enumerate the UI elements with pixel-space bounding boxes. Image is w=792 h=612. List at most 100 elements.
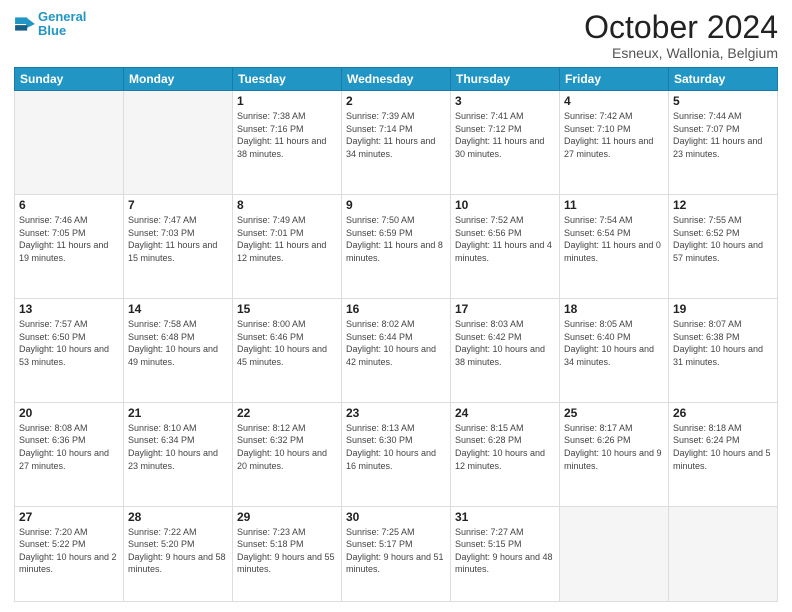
day-number: 7 [128,198,228,212]
day-info: Sunrise: 8:07 AMSunset: 6:38 PMDaylight:… [673,318,773,368]
day-cell: 23Sunrise: 8:13 AMSunset: 6:30 PMDayligh… [342,402,451,506]
week-row-2: 6 Sunrise: 7:46 AMSunset: 7:05 PMDaylight… [15,195,778,299]
title-block: October 2024 Esneux, Wallonia, Belgium [584,10,778,61]
weekday-header-monday: Monday [124,68,233,91]
day-cell: 7 Sunrise: 7:47 AMSunset: 7:03 PMDaylight… [124,195,233,299]
day-cell: 28Sunrise: 7:22 AMSunset: 5:20 PMDayligh… [124,506,233,601]
day-number: 1 [237,94,337,108]
day-cell: 24 Sunrise: 8:15 AMSunset: 6:28 PMDayligh… [451,402,560,506]
weekday-header-wednesday: Wednesday [342,68,451,91]
day-number: 29 [237,510,337,524]
day-number: 22 [237,406,337,420]
day-number: 21 [128,406,228,420]
weekday-header-friday: Friday [560,68,669,91]
day-number: 16 [346,302,446,316]
day-info: Sunrise: 8:10 AMSunset: 6:34 PMDaylight:… [128,422,228,472]
day-info: Sunrise: 8:18 AMSunset: 6:24 PMDaylight:… [673,422,773,472]
day-info: Sunrise: 7:27 AMSunset: 5:15 PMDaylight:… [455,526,555,576]
day-number: 20 [19,406,119,420]
day-number: 8 [237,198,337,212]
day-info: Sunrise: 7:42 AMSunset: 7:10 PMDaylight:… [564,110,664,160]
day-cell [124,91,233,195]
day-number: 6 [19,198,119,212]
day-number: 3 [455,94,555,108]
day-info: Sunrise: 7:58 AMSunset: 6:48 PMDaylight:… [128,318,228,368]
day-cell: 30 Sunrise: 7:25 AMSunset: 5:17 PMDayligh… [342,506,451,601]
weekday-header-thursday: Thursday [451,68,560,91]
day-info: Sunrise: 7:44 AMSunset: 7:07 PMDaylight:… [673,110,773,160]
day-cell: 25 Sunrise: 8:17 AMSunset: 6:26 PMDayligh… [560,402,669,506]
day-number: 12 [673,198,773,212]
day-info: Sunrise: 7:55 AMSunset: 6:52 PMDaylight:… [673,214,773,264]
day-info: Sunrise: 7:20 AMSunset: 5:22 PMDaylight:… [19,526,119,576]
day-number: 15 [237,302,337,316]
day-number: 9 [346,198,446,212]
day-info: Sunrise: 8:17 AMSunset: 6:26 PMDaylight:… [564,422,664,472]
day-number: 18 [564,302,664,316]
day-cell: 26 Sunrise: 8:18 AMSunset: 6:24 PMDayligh… [669,402,778,506]
week-row-4: 20 Sunrise: 8:08 AMSunset: 6:36 PMDayligh… [15,402,778,506]
day-cell [15,91,124,195]
day-number: 30 [346,510,446,524]
day-cell: 5Sunrise: 7:44 AMSunset: 7:07 PMDaylight… [669,91,778,195]
day-cell: 2Sunrise: 7:39 AMSunset: 7:14 PMDaylight… [342,91,451,195]
location: Esneux, Wallonia, Belgium [584,45,778,61]
day-cell: 16 Sunrise: 8:02 AMSunset: 6:44 PMDayligh… [342,298,451,402]
day-info: Sunrise: 8:02 AMSunset: 6:44 PMDaylight:… [346,318,446,368]
day-cell: 9 Sunrise: 7:50 AMSunset: 6:59 PMDaylight… [342,195,451,299]
day-cell: 19Sunrise: 8:07 AMSunset: 6:38 PMDayligh… [669,298,778,402]
day-number: 24 [455,406,555,420]
day-info: Sunrise: 7:54 AMSunset: 6:54 PMDaylight:… [564,214,664,264]
day-info: Sunrise: 8:08 AMSunset: 6:36 PMDaylight:… [19,422,119,472]
day-info: Sunrise: 7:41 AMSunset: 7:12 PMDaylight:… [455,110,555,160]
weekday-header-sunday: Sunday [15,68,124,91]
day-info: Sunrise: 7:57 AMSunset: 6:50 PMDaylight:… [19,318,119,368]
weekday-header-row: SundayMondayTuesdayWednesdayThursdayFrid… [15,68,778,91]
week-row-5: 27Sunrise: 7:20 AMSunset: 5:22 PMDayligh… [15,506,778,601]
day-cell: 4Sunrise: 7:42 AMSunset: 7:10 PMDaylight… [560,91,669,195]
logo: General Blue [14,10,86,39]
day-number: 13 [19,302,119,316]
day-info: Sunrise: 8:00 AMSunset: 6:46 PMDaylight:… [237,318,337,368]
day-cell: 14Sunrise: 7:58 AMSunset: 6:48 PMDayligh… [124,298,233,402]
day-info: Sunrise: 7:38 AMSunset: 7:16 PMDaylight:… [237,110,337,160]
day-cell: 27Sunrise: 7:20 AMSunset: 5:22 PMDayligh… [15,506,124,601]
logo-text: General Blue [38,10,86,39]
day-cell [560,506,669,601]
logo-blue: Blue [38,23,66,38]
day-cell: 11 Sunrise: 7:54 AMSunset: 6:54 PMDayligh… [560,195,669,299]
calendar-table: SundayMondayTuesdayWednesdayThursdayFrid… [14,67,778,602]
logo-icon [14,13,36,35]
day-info: Sunrise: 8:12 AMSunset: 6:32 PMDaylight:… [237,422,337,472]
week-row-3: 13 Sunrise: 7:57 AMSunset: 6:50 PMDayligh… [15,298,778,402]
day-info: Sunrise: 8:05 AMSunset: 6:40 PMDaylight:… [564,318,664,368]
day-cell: 20 Sunrise: 8:08 AMSunset: 6:36 PMDayligh… [15,402,124,506]
day-info: Sunrise: 7:47 AMSunset: 7:03 PMDaylight:… [128,214,228,264]
day-info: Sunrise: 7:52 AMSunset: 6:56 PMDaylight:… [455,214,555,264]
day-info: Sunrise: 7:25 AMSunset: 5:17 PMDaylight:… [346,526,446,576]
day-cell: 22 Sunrise: 8:12 AMSunset: 6:32 PMDayligh… [233,402,342,506]
day-cell: 3 Sunrise: 7:41 AMSunset: 7:12 PMDaylight… [451,91,560,195]
logo-general: General [38,9,86,24]
day-number: 25 [564,406,664,420]
day-info: Sunrise: 8:03 AMSunset: 6:42 PMDaylight:… [455,318,555,368]
day-number: 11 [564,198,664,212]
day-info: Sunrise: 8:15 AMSunset: 6:28 PMDaylight:… [455,422,555,472]
day-number: 10 [455,198,555,212]
day-number: 2 [346,94,446,108]
day-number: 26 [673,406,773,420]
day-cell: 21 Sunrise: 8:10 AMSunset: 6:34 PMDayligh… [124,402,233,506]
day-cell: 13 Sunrise: 7:57 AMSunset: 6:50 PMDayligh… [15,298,124,402]
day-info: Sunrise: 7:46 AMSunset: 7:05 PMDaylight:… [19,214,119,264]
day-number: 17 [455,302,555,316]
day-cell: 15 Sunrise: 8:00 AMSunset: 6:46 PMDayligh… [233,298,342,402]
day-cell: 18 Sunrise: 8:05 AMSunset: 6:40 PMDayligh… [560,298,669,402]
day-info: Sunrise: 7:22 AMSunset: 5:20 PMDaylight:… [128,526,228,576]
day-cell: 17 Sunrise: 8:03 AMSunset: 6:42 PMDayligh… [451,298,560,402]
day-cell: 1 Sunrise: 7:38 AMSunset: 7:16 PMDaylight… [233,91,342,195]
day-info: Sunrise: 7:50 AMSunset: 6:59 PMDaylight:… [346,214,446,264]
weekday-header-tuesday: Tuesday [233,68,342,91]
day-cell: 12 Sunrise: 7:55 AMSunset: 6:52 PMDayligh… [669,195,778,299]
day-info: Sunrise: 8:13 AMSunset: 6:30 PMDaylight:… [346,422,446,472]
day-info: Sunrise: 7:23 AMSunset: 5:18 PMDaylight:… [237,526,337,576]
